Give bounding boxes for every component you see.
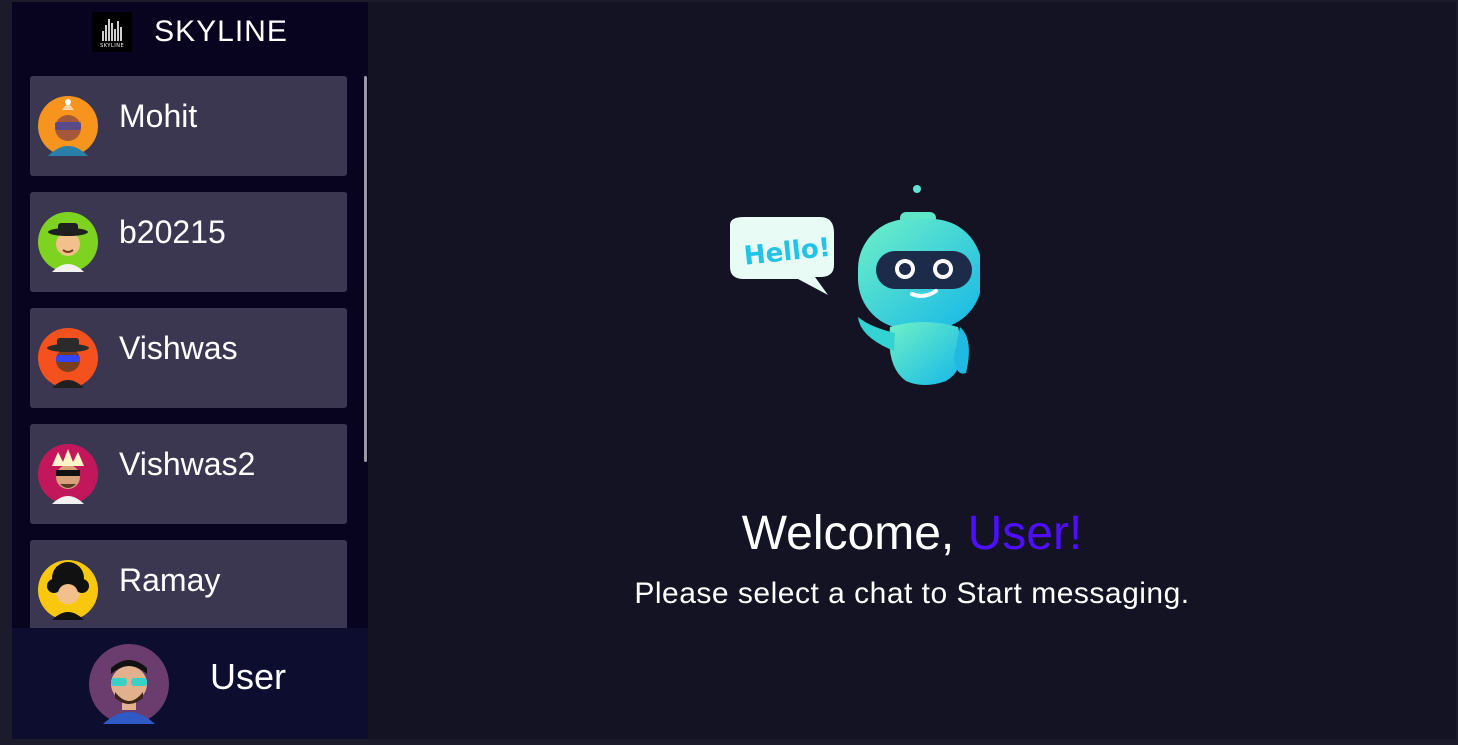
welcome-pane: Hello! Welcome, User! Please select a ch… bbox=[368, 2, 1456, 739]
avatar bbox=[38, 212, 98, 272]
contact-name: Ramay bbox=[119, 562, 221, 598]
contact-item-ramay[interactable]: Ramay bbox=[30, 540, 347, 628]
skyline-logo-icon: SKYLINE bbox=[92, 12, 133, 52]
contact-list[interactable]: Mohit b20215 Vishwas Vishwas2 Ramay bbox=[12, 76, 368, 628]
contact-name: Mohit bbox=[119, 98, 198, 134]
avatar bbox=[38, 444, 98, 504]
chat-app: SKYLINE SKYLINE Mohit b20215 Vishwas Vis… bbox=[12, 2, 1456, 739]
current-user-avatar bbox=[89, 644, 169, 724]
welcome-username: User! bbox=[967, 507, 1083, 560]
welcome-subtitle: Please select a chat to Start messaging. bbox=[634, 577, 1190, 610]
contact-name: Vishwas bbox=[119, 330, 238, 366]
contact-item-vishwas2[interactable]: Vishwas2 bbox=[30, 424, 347, 524]
contact-name: Vishwas2 bbox=[119, 446, 256, 482]
avatar bbox=[38, 96, 98, 156]
current-user-name: User bbox=[210, 656, 287, 697]
robot-hello-illustration: Hello! bbox=[730, 185, 980, 385]
avatar bbox=[38, 328, 98, 388]
contact-item-mohit[interactable]: Mohit bbox=[30, 76, 347, 176]
contact-item-b20215[interactable]: b20215 bbox=[30, 192, 347, 292]
logo-text: SKYLINE bbox=[100, 43, 125, 49]
brand-name: SKYLINE bbox=[154, 15, 288, 48]
contact-name: b20215 bbox=[119, 214, 226, 250]
welcome-heading: Welcome, User! bbox=[368, 506, 1456, 561]
welcome-greeting: Welcome, bbox=[741, 507, 968, 560]
avatar bbox=[38, 560, 98, 620]
current-user-panel: User bbox=[12, 628, 368, 739]
sidebar: SKYLINE SKYLINE Mohit b20215 Vishwas Vis… bbox=[12, 2, 368, 739]
brand-header: SKYLINE SKYLINE bbox=[12, 2, 368, 62]
contact-item-vishwas[interactable]: Vishwas bbox=[30, 308, 347, 408]
contact-list-scrollbar[interactable] bbox=[364, 76, 367, 462]
